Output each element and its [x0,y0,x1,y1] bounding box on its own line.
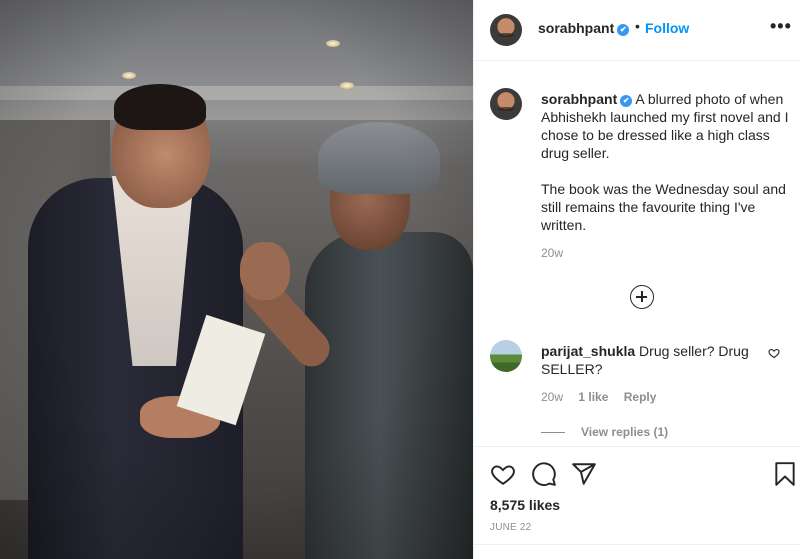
reply-button[interactable]: Reply [624,390,657,404]
comment-author[interactable]: parijat_shukla [541,343,635,359]
author-username-row[interactable]: sorabhpant ✔ [538,20,630,36]
replies-divider [541,432,565,434]
caption-text: sorabhpant ✔ A blurred photo of when Abhi… [541,90,791,234]
caption-author[interactable]: sorabhpant [541,91,617,107]
comment-icon[interactable] [531,461,557,487]
view-replies-button[interactable]: View replies (1) [541,425,668,439]
post-side-panel: sorabhpant ✔ • Follow ••• sorabhpant ✔ A b… [473,0,800,559]
view-replies-label[interactable]: View replies (1) [581,425,668,439]
comment-meta: 20w 1 like Reply [541,390,668,404]
comment-text: parijat_shukla Drug seller? Drug SELLER? [541,342,761,378]
comment-likes[interactable]: 1 like [578,390,608,404]
commenter-avatar[interactable] [490,340,522,372]
likes-count[interactable]: 8,575 likes [490,497,560,513]
share-icon[interactable] [571,461,597,487]
post-date[interactable]: JUNE 22 [490,522,531,533]
comment-timestamp[interactable]: 20w [541,390,563,404]
author-avatar[interactable] [490,14,522,46]
photo-vignette [0,0,473,559]
caption-timestamp[interactable]: 20w [541,246,563,260]
verified-badge-icon: ✔ [617,24,630,36]
caption-author-avatar[interactable] [490,88,522,120]
more-options-icon[interactable]: ••• [770,16,792,37]
bookmark-icon[interactable] [772,461,798,487]
post-actions: 8,575 likes JUNE 22 [474,446,800,559]
load-more-comments-icon[interactable] [630,285,654,309]
follow-button[interactable]: Follow [645,20,689,36]
author-username[interactable]: sorabhpant [538,20,614,36]
comment-like-icon[interactable] [768,347,780,359]
verified-badge-icon: ✔ [620,95,633,107]
caption-body-2: The book was the Wednesday soul and stil… [541,181,786,233]
separator-dot: • [635,18,640,34]
post-photo[interactable] [0,0,473,559]
post-header: sorabhpant ✔ • Follow ••• [474,0,800,61]
heart-icon[interactable] [490,461,516,487]
add-comment-bar[interactable] [474,544,800,559]
